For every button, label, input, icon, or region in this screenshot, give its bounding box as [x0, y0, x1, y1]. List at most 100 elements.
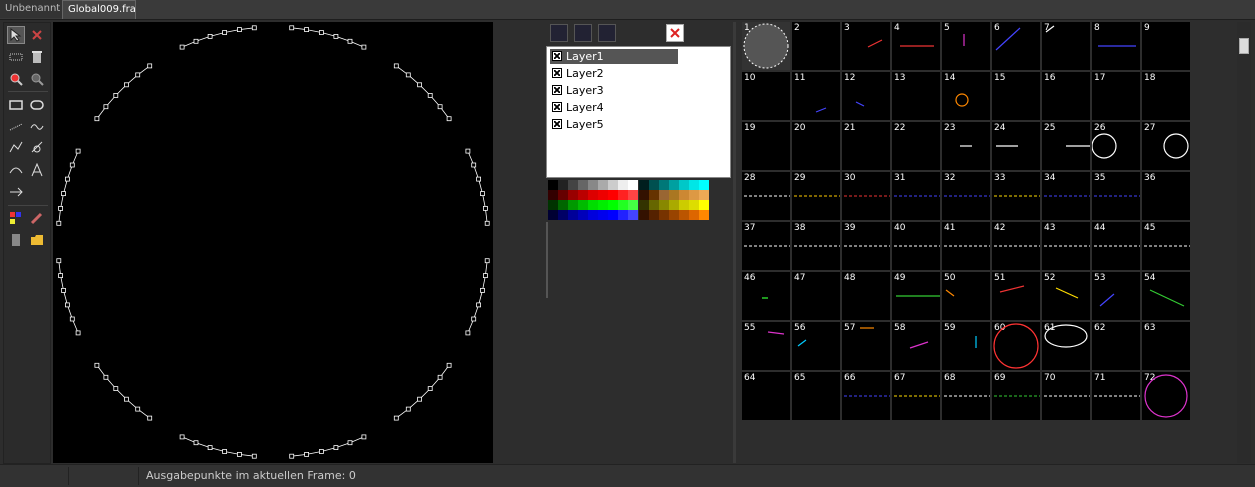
frame-thumbnail[interactable]: 42 — [992, 222, 1040, 270]
color-swatch[interactable] — [578, 200, 588, 210]
color-swatch[interactable] — [588, 200, 598, 210]
color-palette[interactable] — [546, 178, 730, 222]
color-swatch[interactable] — [558, 180, 568, 190]
frame-thumbnail[interactable]: 6 — [992, 22, 1040, 70]
frame-thumbnail[interactable]: 63 — [1142, 322, 1190, 370]
color-swatch[interactable] — [669, 210, 679, 220]
frame-thumbnail[interactable]: 13 — [892, 72, 940, 120]
color-swatch[interactable] — [679, 180, 689, 190]
frame-thumbnail[interactable]: 30 — [842, 172, 890, 220]
rectangle-icon[interactable] — [7, 96, 25, 114]
color-swatch[interactable] — [618, 210, 628, 220]
frame-thumbnail[interactable]: 41 — [942, 222, 990, 270]
select-arrow-icon[interactable] — [7, 26, 25, 44]
color-swatch[interactable] — [578, 190, 588, 200]
frame-thumbnail[interactable]: 29 — [792, 172, 840, 220]
dotted-select-icon[interactable] — [7, 48, 25, 66]
color-swatch[interactable] — [568, 180, 578, 190]
color-swatch[interactable] — [598, 180, 608, 190]
layer-delete-icon[interactable] — [666, 24, 684, 42]
frame-thumbnail[interactable]: 36 — [1142, 172, 1190, 220]
color-swatch[interactable] — [608, 200, 618, 210]
pencil-icon[interactable] — [28, 209, 46, 227]
delete-icon[interactable] — [28, 26, 46, 44]
frame-thumbnail[interactable]: 22 — [892, 122, 940, 170]
bezier-icon[interactable] — [7, 161, 25, 179]
color-swatch[interactable] — [608, 190, 618, 200]
color-picker-icon[interactable] — [7, 209, 25, 227]
frame-thumbnail[interactable]: 10 — [742, 72, 790, 120]
color-swatch[interactable] — [659, 210, 669, 220]
frame-thumbnail[interactable]: 31 — [892, 172, 940, 220]
frame-thumbnail[interactable]: 17 — [1092, 72, 1140, 120]
color-swatch[interactable] — [578, 210, 588, 220]
frame-thumbnail[interactable]: 53 — [1092, 272, 1140, 320]
frame-thumbnail[interactable]: 40 — [892, 222, 940, 270]
color-swatch[interactable] — [628, 210, 638, 220]
color-swatch[interactable] — [628, 190, 638, 200]
layer-visible-checkbox[interactable] — [552, 85, 562, 95]
layer-item[interactable]: Layer1 — [550, 49, 678, 64]
color-swatch[interactable] — [679, 210, 689, 220]
frame-thumbnail[interactable]: 14 — [942, 72, 990, 120]
color-swatch[interactable] — [669, 180, 679, 190]
frame-thumbnail[interactable]: 65 — [792, 372, 840, 420]
curve-icon[interactable] — [28, 138, 46, 156]
frame-thumbnail[interactable]: 71 — [1092, 372, 1140, 420]
drawing-canvas[interactable] — [53, 22, 493, 463]
frame-thumbnail[interactable]: 68 — [942, 372, 990, 420]
frame-thumbnail[interactable]: 70 — [1042, 372, 1090, 420]
frame-thumbnail[interactable]: 59 — [942, 322, 990, 370]
layer-item[interactable]: Layer3 — [550, 83, 678, 98]
frame-thumbnail[interactable]: 47 — [792, 272, 840, 320]
frame-thumbnail[interactable]: 20 — [792, 122, 840, 170]
frame-thumbnail[interactable]: 39 — [842, 222, 890, 270]
frame-thumbnail[interactable]: 33 — [992, 172, 1040, 220]
layer-visible-checkbox[interactable] — [552, 51, 562, 61]
trash-icon[interactable] — [28, 48, 46, 66]
frame-thumbnail[interactable]: 49 — [892, 272, 940, 320]
color-swatch[interactable] — [689, 200, 699, 210]
color-swatch[interactable] — [618, 180, 628, 190]
color-swatch[interactable] — [649, 210, 659, 220]
ellipse-icon[interactable] — [28, 96, 46, 114]
color-swatch[interactable] — [699, 210, 709, 220]
frame-thumbnail[interactable]: 37 — [742, 222, 790, 270]
wave-icon[interactable] — [28, 118, 46, 136]
frame-thumbnail[interactable]: 25 — [1042, 122, 1090, 170]
frame-thumbnail[interactable]: 38 — [792, 222, 840, 270]
zoom-in-icon[interactable] — [7, 70, 25, 88]
color-swatch[interactable] — [578, 180, 588, 190]
layer-item[interactable]: Layer4 — [550, 100, 678, 115]
color-swatch[interactable] — [669, 200, 679, 210]
polyline-icon[interactable] — [7, 138, 25, 156]
frame-thumbnail[interactable]: 3 — [842, 22, 890, 70]
zoom-out-icon[interactable] — [28, 70, 46, 88]
scrollbar-thumb[interactable] — [1239, 38, 1249, 54]
frame-thumbnail[interactable]: 66 — [842, 372, 890, 420]
color-swatch[interactable] — [639, 210, 649, 220]
color-swatch[interactable] — [548, 210, 558, 220]
color-swatch[interactable] — [699, 180, 709, 190]
frame-thumbnail[interactable]: 48 — [842, 272, 890, 320]
frame-thumbnail[interactable]: 32 — [942, 172, 990, 220]
color-swatch[interactable] — [659, 200, 669, 210]
frame-thumbnail[interactable]: 62 — [1092, 322, 1140, 370]
line-icon[interactable] — [7, 118, 25, 136]
panel-splitter[interactable] — [733, 22, 736, 463]
frame-thumbnail[interactable]: 54 — [1142, 272, 1190, 320]
layer-visible-checkbox[interactable] — [552, 68, 562, 78]
frame-thumbnail[interactable]: 72 — [1142, 372, 1190, 420]
frame-thumbnail[interactable]: 43 — [1042, 222, 1090, 270]
layer-visible-checkbox[interactable] — [552, 119, 562, 129]
color-swatch[interactable] — [628, 180, 638, 190]
frame-thumbnail[interactable]: 12 — [842, 72, 890, 120]
tab-unbenannt[interactable]: Unbenannt — [0, 0, 63, 18]
color-swatch[interactable] — [618, 190, 628, 200]
color-swatch[interactable] — [588, 180, 598, 190]
layer-item[interactable]: Layer5 — [550, 117, 678, 132]
move-icon[interactable] — [7, 183, 25, 201]
color-swatch[interactable] — [588, 190, 598, 200]
frame-thumbnail[interactable]: 61 — [1042, 322, 1090, 370]
frame-thumbnail[interactable]: 52 — [1042, 272, 1090, 320]
